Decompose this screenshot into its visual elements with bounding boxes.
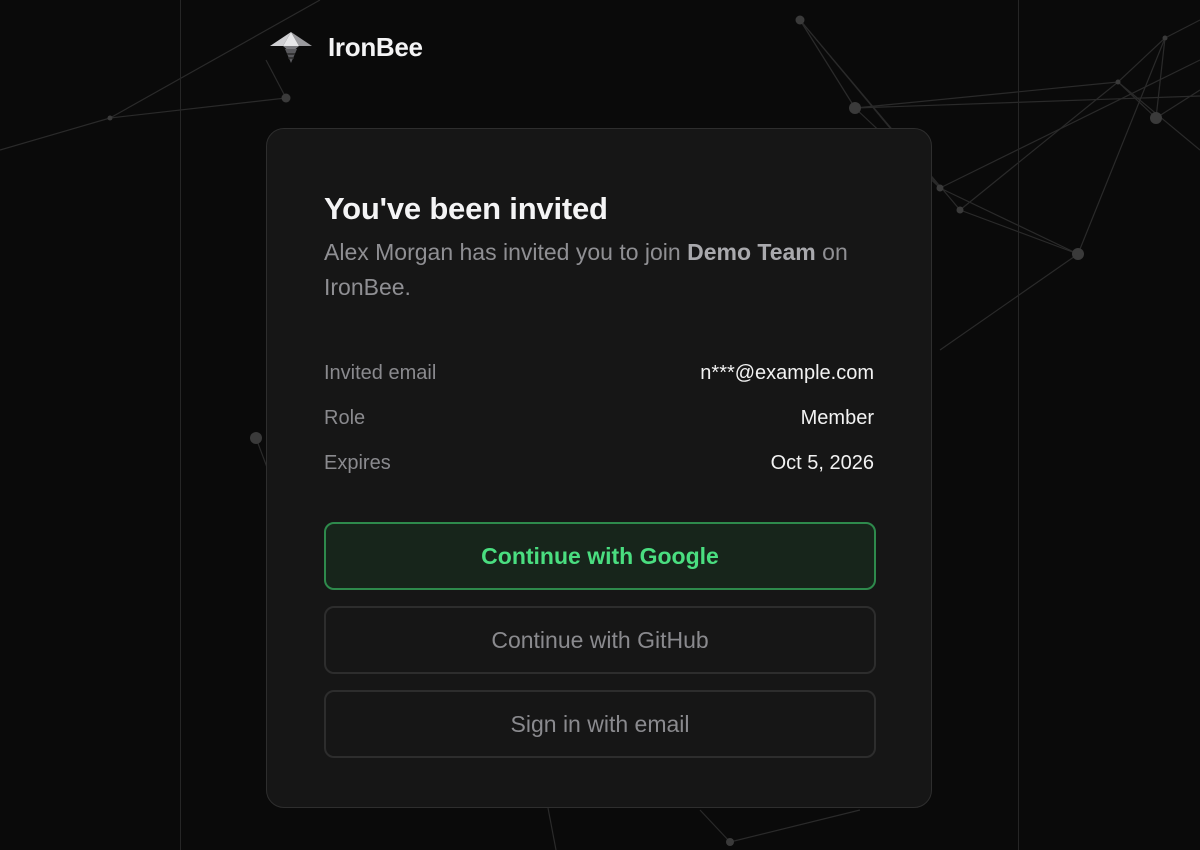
brand-name: IronBee	[328, 31, 423, 62]
detail-label: Invited email	[324, 362, 437, 384]
invite-details: Invited email n***@example.com Role Memb…	[324, 351, 874, 486]
detail-label: Role	[324, 407, 366, 429]
bee-logo-icon	[268, 29, 314, 65]
left-guide-line	[180, 0, 181, 850]
continue-with-github-button[interactable]: Continue with GitHub	[324, 606, 876, 674]
detail-value: Member	[800, 407, 874, 429]
invite-subtitle-prefix: Alex Morgan has invited you to join	[324, 239, 688, 265]
invite-title: You've been invited	[324, 191, 608, 226]
right-guide-line	[1018, 0, 1019, 850]
detail-value: Oct 5, 2026	[770, 452, 874, 474]
team-name: Demo Team	[687, 239, 816, 265]
invite-page: IronBee You've been invited Alex Morgan …	[0, 0, 1200, 850]
invitation-card: You've been invited Alex Morgan has invi…	[266, 128, 932, 808]
detail-value: n***@example.com	[700, 362, 874, 384]
sign-in-actions: Continue with Google Continue with GitHu…	[324, 522, 876, 758]
detail-row-email: Invited email n***@example.com	[324, 351, 874, 396]
sign-in-with-email-button[interactable]: Sign in with email	[324, 690, 876, 758]
brand-header[interactable]: IronBee	[268, 28, 423, 66]
detail-row-role: Role Member	[324, 396, 874, 441]
detail-label: Expires	[324, 452, 391, 474]
invite-subtitle: Alex Morgan has invited you to join Demo…	[324, 235, 874, 305]
continue-with-google-button[interactable]: Continue with Google	[324, 522, 876, 590]
detail-row-expires: Expires Oct 5, 2026	[324, 441, 874, 486]
